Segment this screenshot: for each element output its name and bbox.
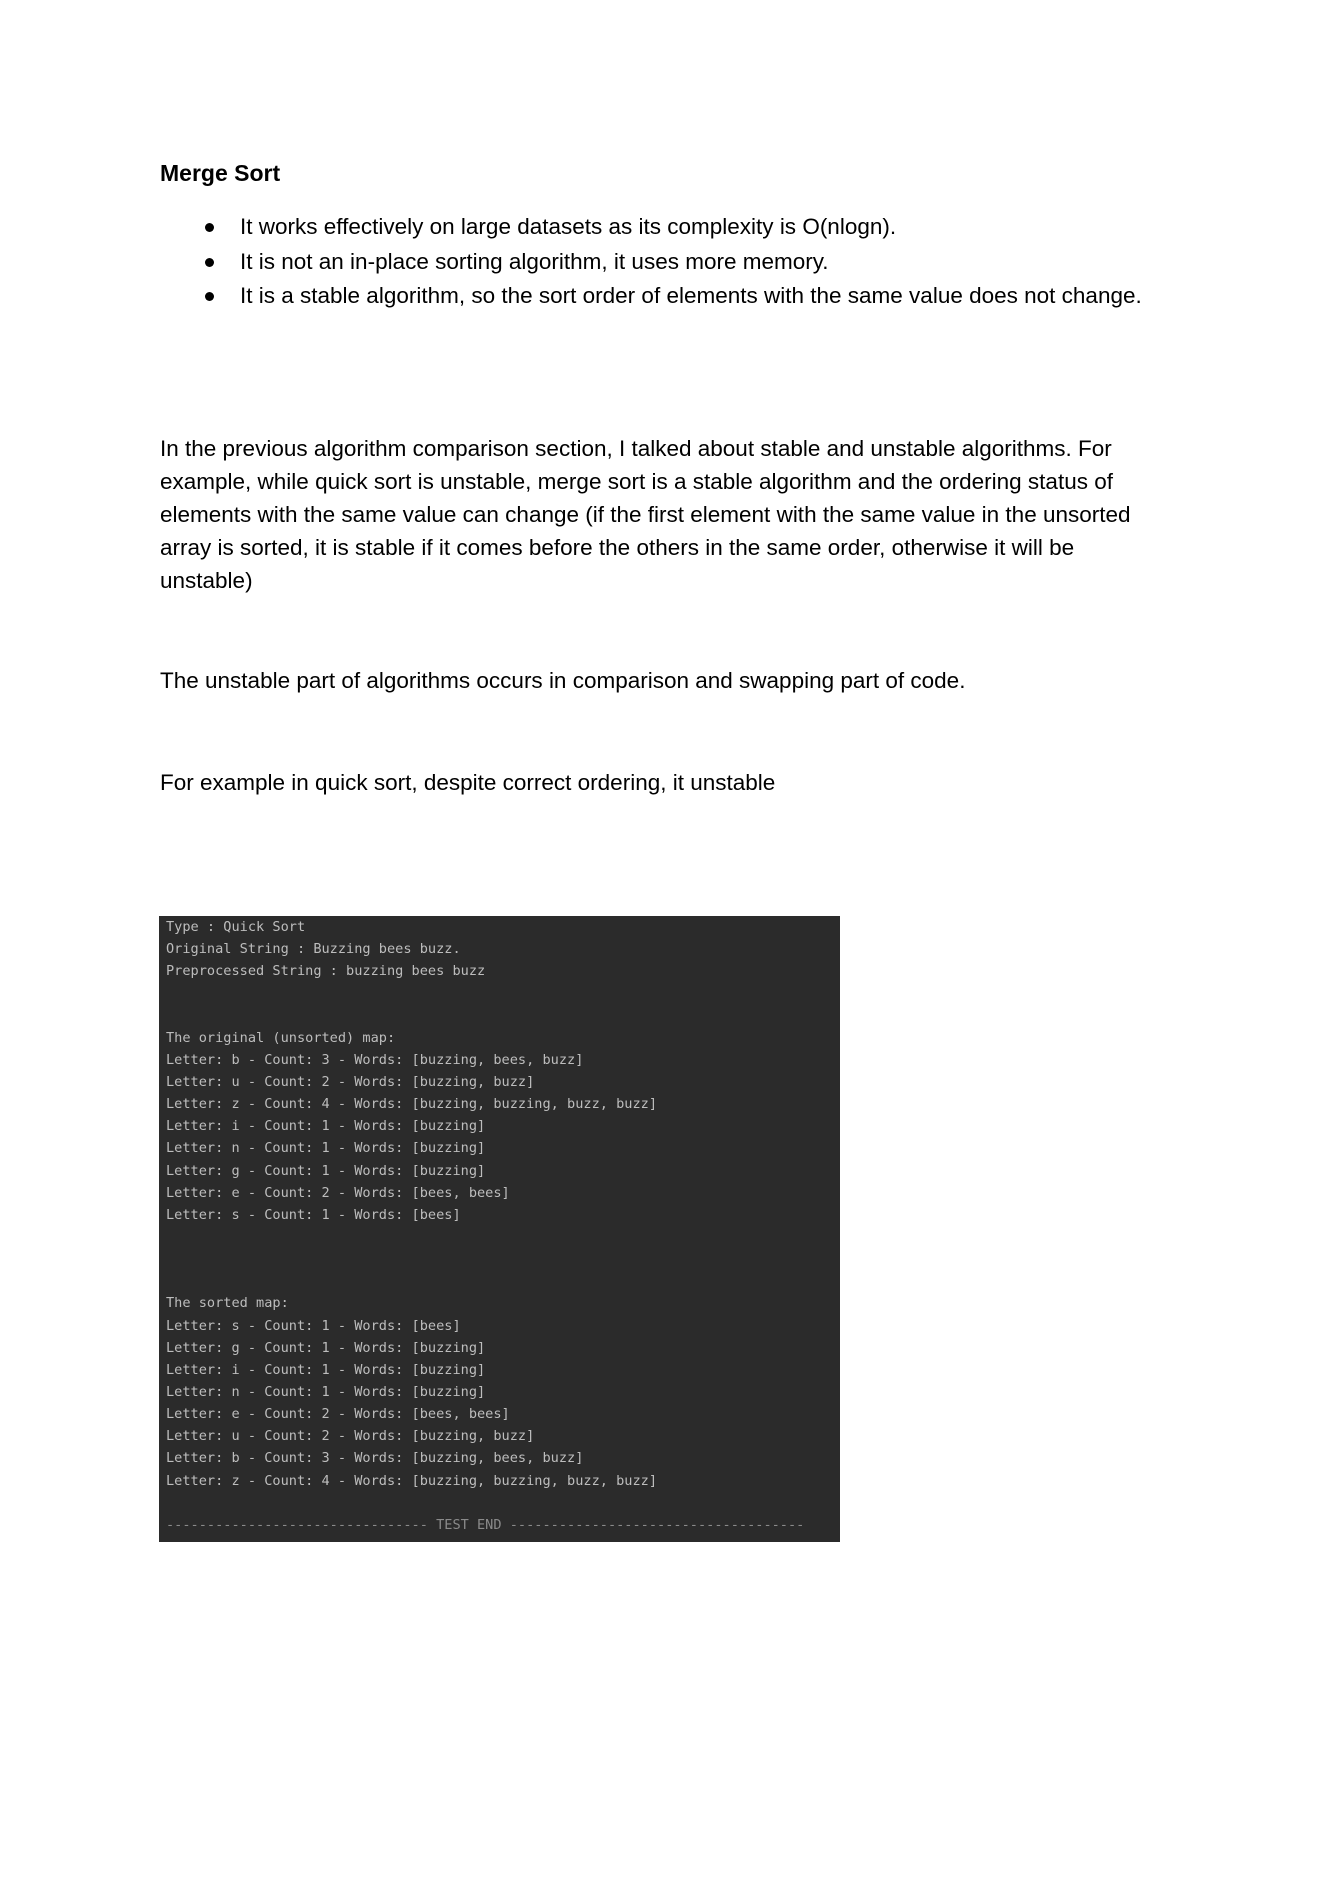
console-line: Letter: i - Count: 1 - Words: [buzzing] bbox=[166, 1118, 486, 1135]
bullet-dot-icon bbox=[205, 257, 214, 267]
console-line: Letter: s - Count: 1 - Words: [bees] bbox=[166, 1317, 461, 1334]
console-line: Original String : Buzzing bees buzz. bbox=[166, 941, 461, 958]
console-line: The original (unsorted) map: bbox=[166, 1029, 396, 1046]
console-line: Letter: b - Count: 3 - Words: [buzzing, … bbox=[166, 1450, 584, 1467]
document-page: Merge Sort It works effectively on large… bbox=[0, 0, 1332, 1883]
paragraph-quick-sort-example: For example in quick sort, despite corre… bbox=[160, 770, 776, 795]
console-line: Letter: u - Count: 2 - Words: [buzzing, … bbox=[166, 1428, 535, 1445]
paragraph-unstable-part: The unstable part of algorithms occurs i… bbox=[160, 668, 966, 693]
section-heading: Merge Sort bbox=[160, 160, 281, 186]
console-line: Letter: i - Count: 1 - Words: [buzzing] bbox=[166, 1361, 486, 1378]
bullet-text: It works effectively on large datasets a… bbox=[240, 214, 897, 239]
paragraph-stability: In the previous algorithm comparison sec… bbox=[160, 436, 1131, 593]
bullet-item: It is not an in-place sorting algorithm,… bbox=[160, 245, 1142, 280]
console-line: Letter: e - Count: 2 - Words: [bees, bee… bbox=[166, 1184, 510, 1201]
console-line: Letter: b - Count: 3 - Words: [buzzing, … bbox=[166, 1051, 584, 1068]
console-line: Letter: g - Count: 1 - Words: [buzzing] bbox=[166, 1339, 486, 1356]
bullet-list: It works effectively on large datasets a… bbox=[160, 210, 1142, 314]
console-line: The sorted map: bbox=[166, 1295, 289, 1312]
bullet-item: It is a stable algorithm, so the sort or… bbox=[160, 279, 1142, 314]
console-line: -------------------------------- TEST EN… bbox=[166, 1516, 805, 1533]
console-line: Letter: e - Count: 2 - Words: [bees, bee… bbox=[166, 1406, 510, 1423]
console-line: Letter: u - Count: 2 - Words: [buzzing, … bbox=[166, 1073, 535, 1090]
console-line: Preprocessed String : buzzing bees buzz bbox=[166, 963, 486, 980]
bullet-dot-icon bbox=[205, 223, 214, 232]
console-lines: Type : Quick Sort Original String : Buzzi… bbox=[166, 916, 804, 1536]
console-line: Letter: z - Count: 4 - Words: [buzzing, … bbox=[166, 1096, 658, 1113]
console-line: Letter: z - Count: 4 - Words: [buzzing, … bbox=[166, 1472, 658, 1489]
console-line: Letter: n - Count: 1 - Words: [buzzing] bbox=[166, 1140, 486, 1157]
console-line: Letter: n - Count: 1 - Words: [buzzing] bbox=[166, 1383, 486, 1400]
console-output-screenshot: Type : Quick Sort Original String : Buzzi… bbox=[159, 916, 840, 1542]
console-line: Letter: g - Count: 1 - Words: [buzzing] bbox=[166, 1162, 486, 1179]
console-line: Type : Quick Sort bbox=[166, 919, 306, 935]
bullet-dot-icon bbox=[205, 292, 214, 301]
bullet-text: It is a stable algorithm, so the sort or… bbox=[240, 283, 1142, 308]
bullet-item: It works effectively on large datasets a… bbox=[160, 210, 1142, 245]
bullet-text: It is not an in-place sorting algorithm,… bbox=[240, 248, 829, 274]
console-line: Letter: s - Count: 1 - Words: [bees] bbox=[166, 1206, 461, 1223]
